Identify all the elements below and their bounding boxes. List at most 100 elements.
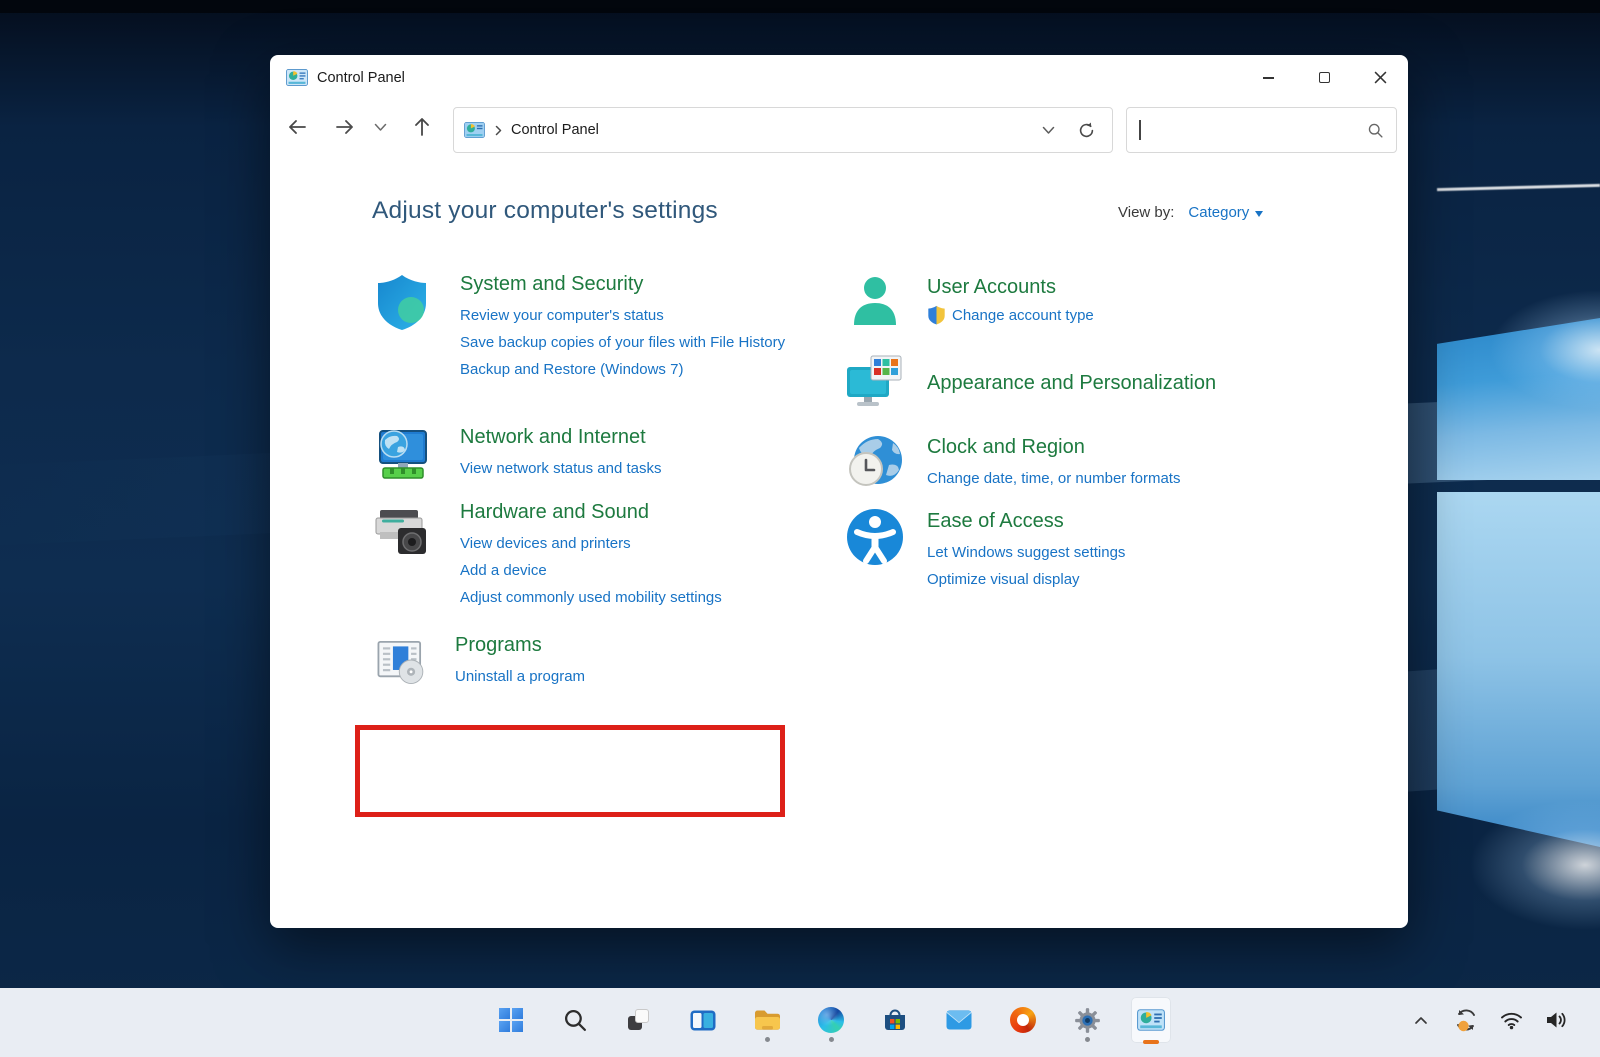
page-title: Adjust your computer's settings xyxy=(372,197,718,225)
link-file-history[interactable]: Save backup copies of your files with Fi… xyxy=(460,329,790,356)
link-network-status[interactable]: View network status and tasks xyxy=(460,455,790,482)
link-backup-restore[interactable]: Backup and Restore (Windows 7) xyxy=(460,356,790,383)
breadcrumb-location[interactable]: Control Panel xyxy=(511,122,599,138)
edge-icon xyxy=(818,1007,844,1033)
control-panel-content: Adjust your computer's settings View by:… xyxy=(270,158,1408,928)
minimize-button[interactable] xyxy=(1240,55,1296,100)
category-heading[interactable]: Hardware and Sound xyxy=(460,498,800,526)
monitor-palette-icon[interactable] xyxy=(845,353,905,413)
wallpaper-logo-pane xyxy=(1437,318,1600,480)
edge-button[interactable] xyxy=(811,997,851,1043)
category-heading[interactable]: Network and Internet xyxy=(460,423,790,451)
running-indicator xyxy=(1085,1037,1090,1042)
category-user-accounts: User Accounts Change account type xyxy=(845,273,1267,333)
address-bar[interactable]: Control Panel xyxy=(453,107,1113,153)
address-dropdown-button[interactable] xyxy=(1042,126,1055,135)
control-panel-icon xyxy=(464,122,485,138)
microsoft-store-button[interactable] xyxy=(875,997,915,1043)
sync-status-button[interactable] xyxy=(1452,1002,1480,1038)
tray-expand-button[interactable] xyxy=(1407,1002,1435,1038)
task-view-button[interactable] xyxy=(619,997,659,1043)
recent-pages-chevron-icon xyxy=(374,123,387,132)
taskbar xyxy=(0,988,1600,1057)
category-appearance-personalization: Appearance and Personalization xyxy=(845,353,1347,413)
link-date-time-formats[interactable]: Change date, time, or number formats xyxy=(927,465,1307,492)
back-button[interactable] xyxy=(279,108,315,146)
mail-icon xyxy=(946,1010,972,1030)
view-by-dropdown[interactable]: Category xyxy=(1188,204,1249,221)
volume-button[interactable] xyxy=(1542,1002,1570,1038)
programs-highlight-box xyxy=(355,725,785,817)
volume-icon xyxy=(1544,1009,1569,1031)
link-optimize-visual[interactable]: Optimize visual display xyxy=(927,566,1267,593)
breadcrumb-chevron-icon xyxy=(495,125,502,136)
control-panel-icon xyxy=(1137,1009,1165,1031)
up-button[interactable] xyxy=(404,108,440,146)
category-heading[interactable]: Ease of Access xyxy=(927,507,1267,535)
mail-button[interactable] xyxy=(939,997,979,1043)
settings-icon xyxy=(1074,1007,1101,1034)
screen-top-strip xyxy=(0,0,1600,13)
link-add-device[interactable]: Add a device xyxy=(460,557,800,584)
desktop: Control Panel xyxy=(0,0,1600,1057)
category-heading[interactable]: Programs xyxy=(455,631,755,659)
link-devices-printers[interactable]: View devices and printers xyxy=(460,530,800,557)
link-uninstall-program[interactable]: Uninstall a program xyxy=(455,663,755,690)
ease-of-access-icon[interactable] xyxy=(845,507,905,593)
widgets-button[interactable] xyxy=(683,997,723,1043)
category-clock-and-region: Clock and Region Change date, time, or n… xyxy=(845,433,1307,493)
category-heading[interactable]: Clock and Region xyxy=(927,433,1307,461)
maximize-icon xyxy=(1319,72,1330,83)
search-input[interactable] xyxy=(1126,107,1397,153)
window-title: Control Panel xyxy=(317,70,405,86)
globe-clock-icon[interactable] xyxy=(845,433,905,493)
start-button[interactable] xyxy=(491,997,531,1043)
user-icon[interactable] xyxy=(845,273,905,333)
office-button[interactable] xyxy=(1003,997,1043,1043)
category-system-and-security: System and Security Review your computer… xyxy=(370,270,790,383)
link-mobility-settings[interactable]: Adjust commonly used mobility settings xyxy=(460,584,800,611)
settings-button[interactable] xyxy=(1067,997,1107,1043)
maximize-button[interactable] xyxy=(1296,55,1352,100)
chevron-down-icon xyxy=(1255,211,1263,217)
link-review-status[interactable]: Review your computer's status xyxy=(460,302,790,329)
file-explorer-icon xyxy=(754,1009,781,1032)
category-programs: Programs Uninstall a program xyxy=(373,631,755,690)
close-button[interactable] xyxy=(1352,55,1408,100)
dropdown-chevron-icon xyxy=(1042,126,1055,135)
category-heading[interactable]: User Accounts xyxy=(927,273,1267,301)
control-panel-window: Control Panel xyxy=(270,55,1408,928)
category-heading[interactable]: System and Security xyxy=(460,270,790,298)
title-bar[interactable]: Control Panel xyxy=(270,55,1408,100)
refresh-button[interactable] xyxy=(1077,121,1096,140)
printer-speaker-icon[interactable] xyxy=(370,498,434,611)
running-indicator xyxy=(765,1037,770,1042)
link-suggest-settings[interactable]: Let Windows suggest settings xyxy=(927,539,1267,566)
shield-icon[interactable] xyxy=(370,270,434,383)
sync-icon xyxy=(1453,1007,1479,1033)
wallpaper-logo-pane xyxy=(1437,492,1600,858)
recent-pages-button[interactable] xyxy=(366,108,394,146)
control-panel-taskbar-button[interactable] xyxy=(1131,997,1171,1043)
network-icon[interactable] xyxy=(370,423,434,487)
category-heading[interactable]: Appearance and Personalization xyxy=(927,369,1347,397)
forward-arrow-icon xyxy=(334,117,356,137)
wallpaper-windows-logo xyxy=(1437,300,1600,880)
category-ease-of-access: Ease of Access Let Windows suggest setti… xyxy=(845,507,1267,593)
taskbar-search-button[interactable] xyxy=(555,997,595,1043)
office-icon xyxy=(1010,1007,1036,1033)
view-by-label: View by: xyxy=(1118,204,1174,221)
refresh-icon xyxy=(1077,121,1096,140)
search-icon xyxy=(1367,122,1384,139)
close-icon xyxy=(1374,71,1387,84)
up-arrow-icon xyxy=(412,116,432,138)
wifi-button[interactable] xyxy=(1497,1002,1525,1038)
widgets-icon xyxy=(690,1010,716,1031)
link-change-account-type[interactable]: Change account type xyxy=(952,307,1094,324)
category-network-and-internet: Network and Internet View network status… xyxy=(370,423,790,487)
category-hardware-and-sound: Hardware and Sound View devices and prin… xyxy=(370,498,800,611)
forward-button[interactable] xyxy=(327,108,363,146)
programs-icon[interactable] xyxy=(373,631,431,690)
wifi-icon xyxy=(1499,1010,1524,1030)
file-explorer-button[interactable] xyxy=(747,997,787,1043)
